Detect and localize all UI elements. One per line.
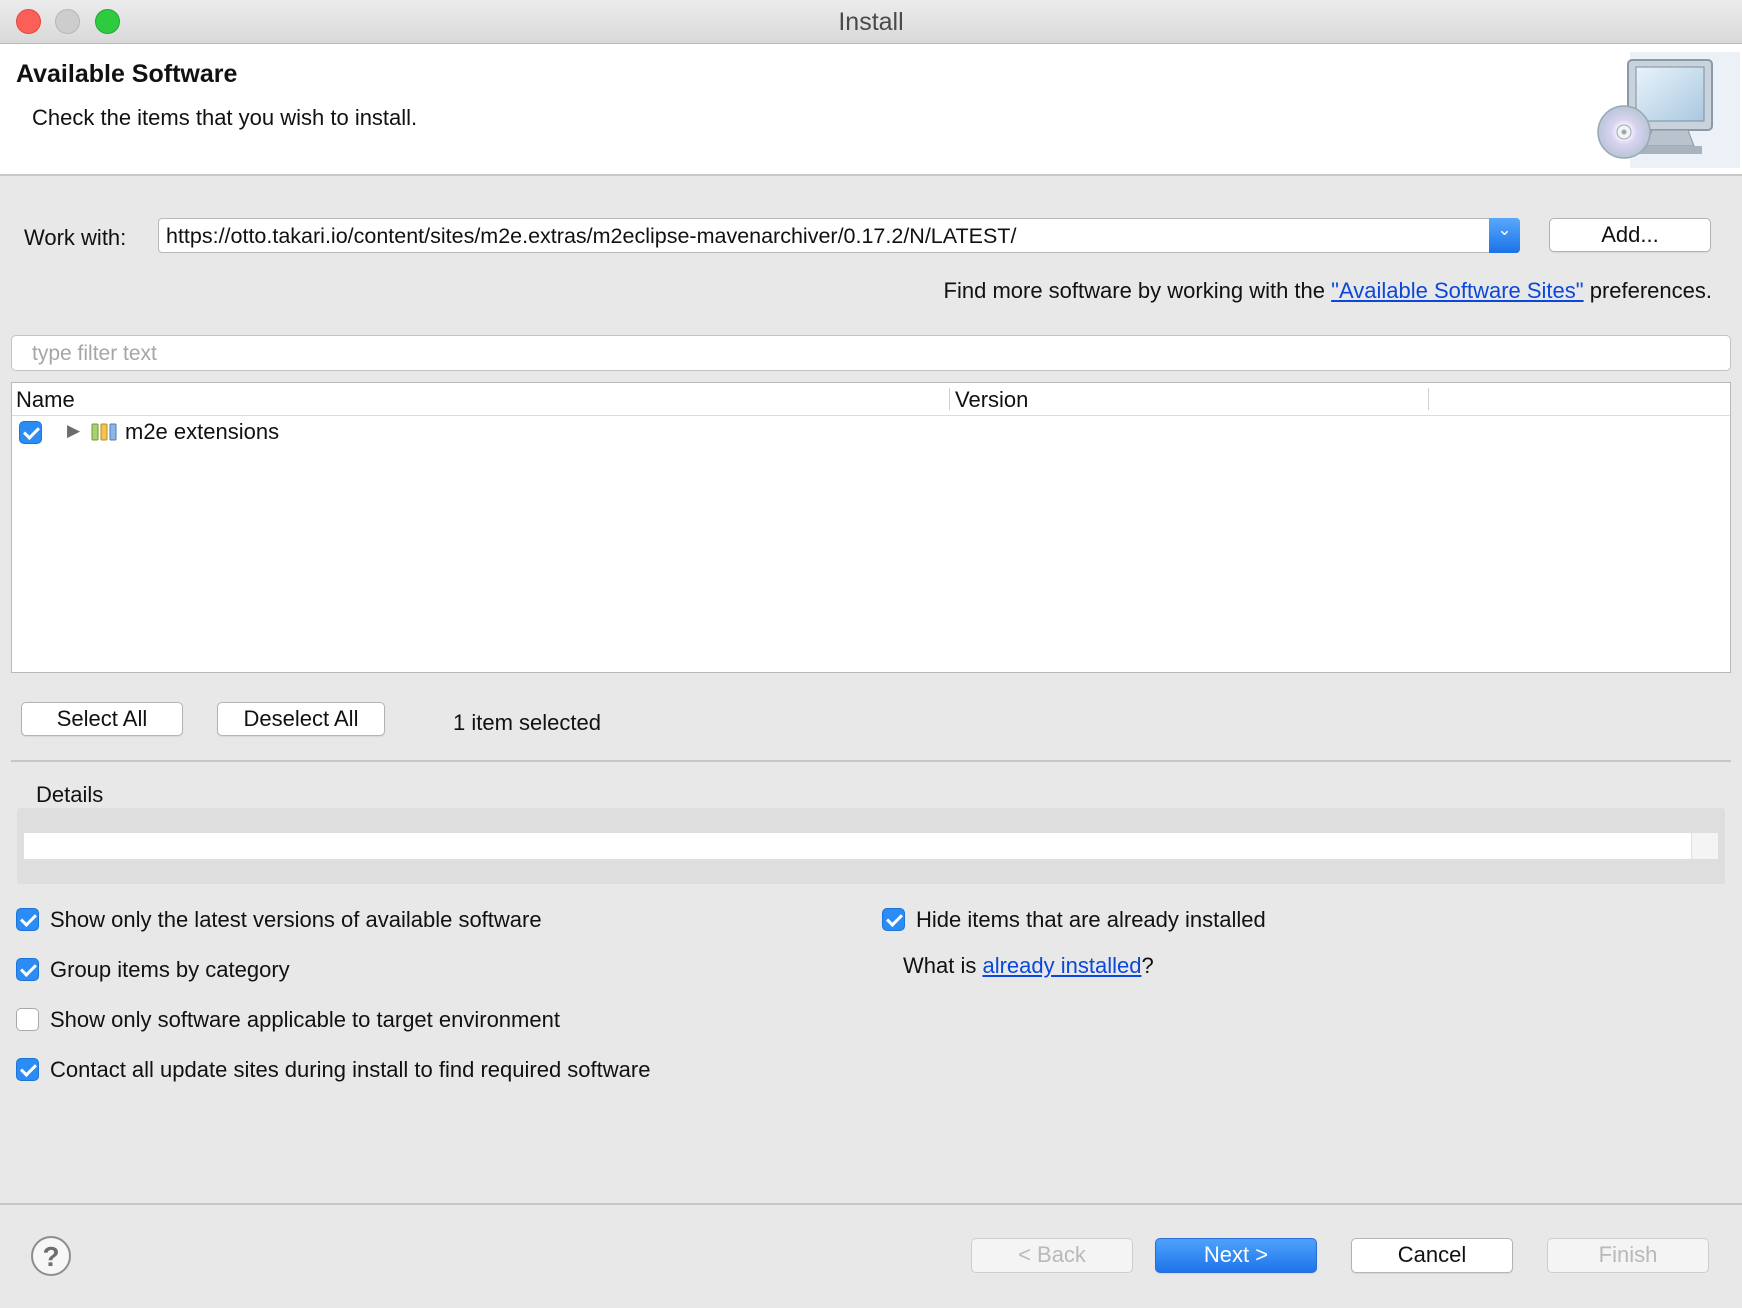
details-text-area[interactable] <box>24 833 1718 859</box>
add-site-button[interactable]: Add... <box>1549 218 1711 252</box>
details-panel <box>17 808 1725 884</box>
expand-triangle-icon[interactable]: ▶ <box>67 421 80 441</box>
page-title: Available Software <box>16 60 238 88</box>
tree-header: Name Version <box>12 383 1730 416</box>
what-is-prefix: What is <box>903 953 983 978</box>
group-by-category-checkbox[interactable] <box>16 958 39 981</box>
cancel-button[interactable]: Cancel <box>1351 1238 1513 1273</box>
chevron-down-icon: ⌄ <box>1497 220 1512 239</box>
what-is-suffix: ? <box>1141 953 1154 978</box>
more-software-suffix: preferences. <box>1583 278 1712 303</box>
filter-input[interactable]: type filter text <box>11 335 1731 371</box>
contact-update-sites-checkbox[interactable] <box>16 1058 39 1081</box>
column-divider[interactable] <box>1428 388 1429 410</box>
work-with-dropdown-button[interactable]: ⌄ <box>1489 218 1520 253</box>
target-environment-checkbox[interactable] <box>16 1008 39 1031</box>
hide-installed-checkbox[interactable] <box>882 908 905 931</box>
item-checkbox[interactable] <box>19 421 42 444</box>
what-is-installed-text: What is already installed? <box>903 953 1154 979</box>
back-button[interactable]: < Back <box>971 1238 1133 1273</box>
more-software-text: Find more software by working with the "… <box>944 278 1712 304</box>
details-label: Details <box>36 782 104 807</box>
work-with-combo[interactable]: https://otto.takari.io/content/sites/m2e… <box>158 218 1520 253</box>
finish-button[interactable]: Finish <box>1547 1238 1709 1273</box>
group-by-category-label[interactable]: Group items by category <box>50 957 290 983</box>
hide-installed-label[interactable]: Hide items that are already installed <box>916 907 1266 933</box>
work-with-label: Work with: <box>24 225 127 250</box>
divider <box>11 760 1731 762</box>
column-header-name[interactable]: Name <box>16 387 75 413</box>
page-description: Check the items that you wish to install… <box>32 105 418 130</box>
software-tree[interactable]: Name Version ▶ m2e extensions <box>11 382 1731 673</box>
column-header-version[interactable]: Version <box>955 387 1028 413</box>
next-button[interactable]: Next > <box>1155 1238 1317 1273</box>
selection-count: 1 item selected <box>453 710 601 735</box>
work-with-value[interactable]: https://otto.takari.io/content/sites/m2e… <box>166 224 1016 249</box>
more-software-prefix: Find more software by working with the <box>943 278 1332 303</box>
select-all-button[interactable]: Select All <box>21 702 183 736</box>
header-banner: Available Software Check the items that … <box>0 44 1742 176</box>
target-environment-label[interactable]: Show only software applicable to target … <box>50 1007 560 1033</box>
available-software-sites-link[interactable]: "Available Software Sites" <box>1331 278 1583 303</box>
deselect-all-button[interactable]: Deselect All <box>217 702 385 736</box>
help-icon[interactable]: ? <box>31 1236 71 1276</box>
window-title: Install <box>838 8 904 36</box>
already-installed-link[interactable]: already installed <box>982 953 1141 978</box>
category-icon <box>90 421 120 448</box>
install-wizard-icon <box>1590 50 1742 175</box>
tree-item-label[interactable]: m2e extensions <box>125 419 279 445</box>
column-divider[interactable] <box>949 388 950 410</box>
contact-update-sites-label[interactable]: Contact all update sites during install … <box>50 1057 650 1083</box>
latest-only-label[interactable]: Show only the latest versions of availab… <box>50 907 542 933</box>
divider <box>0 1203 1742 1205</box>
details-scrollbar[interactable] <box>1691 833 1718 859</box>
latest-only-checkbox[interactable] <box>16 908 39 931</box>
